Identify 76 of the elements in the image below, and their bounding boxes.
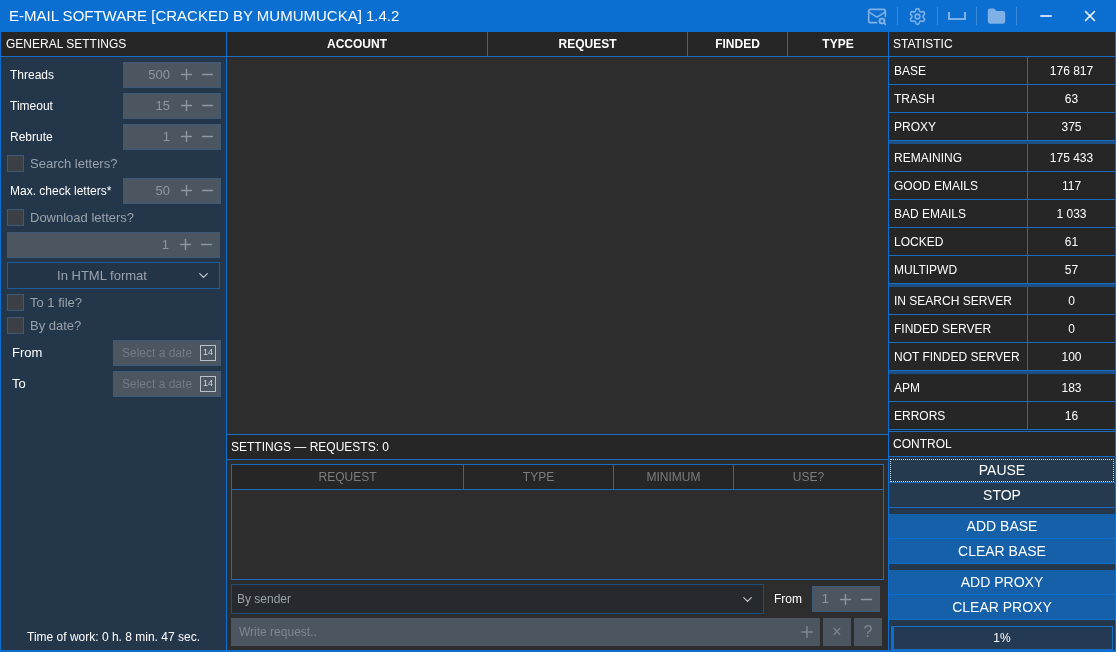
column-header: FINDED <box>688 32 788 56</box>
tray-icon[interactable] <box>948 12 966 20</box>
plus-icon[interactable] <box>178 128 195 145</box>
stat-label: BAD EMAILS <box>889 200 1028 227</box>
calendar-icon: 14 <box>200 375 216 392</box>
stat-label: TRASH <box>889 85 1028 112</box>
checkbox-label: To 1 file? <box>30 293 83 312</box>
checkbox-label: Download letters? <box>30 208 135 227</box>
stat-value: 117 <box>1060 177 1083 195</box>
plus-icon[interactable] <box>178 66 195 83</box>
control-button[interactable]: ADD BASE <box>889 514 1115 539</box>
stat-value: 100 <box>1060 348 1083 366</box>
stat-value: 183 <box>1060 379 1083 397</box>
panel-header: STATISTIC <box>889 32 1115 57</box>
calendar-icon: 14 <box>200 344 216 361</box>
format-dropdown[interactable]: In HTML format <box>7 262 220 289</box>
stat-label: NOT FINDED SERVER <box>889 343 1028 370</box>
column-header: ACCOUNT <box>227 32 488 56</box>
control-button[interactable]: CLEAR PROXY <box>889 595 1115 620</box>
stat-value: 175 433 <box>1048 149 1095 167</box>
column-header: TYPE <box>464 465 614 489</box>
stat-value: 61 <box>1063 233 1080 251</box>
control-button[interactable]: PAUSE <box>889 458 1115 483</box>
plus-icon[interactable] <box>798 623 816 641</box>
stat-value: 375 <box>1060 118 1083 136</box>
progress-reading: 1% <box>993 630 1011 647</box>
mail-search-icon[interactable] <box>867 6 887 26</box>
time-of-work: Time of work: 0 h. 8 min. 47 sec. <box>26 629 201 646</box>
panel-header: SETTINGS — REQUESTS: 0 <box>227 434 888 460</box>
stat-label: LOCKED <box>889 228 1028 255</box>
panel-header: GENERAL SETTINGS <box>1 32 226 57</box>
settings-icon[interactable] <box>908 6 927 26</box>
plus-icon[interactable] <box>178 182 195 199</box>
checkbox-label: By date? <box>30 316 82 335</box>
setting-label: Timeout <box>10 97 54 115</box>
column-header: REQUEST <box>488 32 688 56</box>
stat-label: IN SEARCH SERVER <box>889 287 1028 314</box>
setting-label: Threads <box>10 66 56 84</box>
setting-label: Max. check letters* <box>10 182 113 200</box>
stat-label: ERRORS <box>889 402 1028 429</box>
stat-label: PROXY <box>889 113 1028 140</box>
stat-value: 176 817 <box>1048 62 1095 80</box>
stat-label: REMAINING <box>889 144 1028 171</box>
checkbox[interactable] <box>7 317 24 334</box>
plus-icon[interactable] <box>177 236 194 253</box>
filter-dropdown[interactable]: By sender <box>231 584 764 614</box>
stat-value: 0 <box>1067 320 1076 338</box>
stat-value: 0 <box>1067 292 1076 310</box>
control-button[interactable]: CLEAR BASE <box>889 539 1115 564</box>
column-header: TYPE <box>821 36 855 53</box>
column-header: MINIMUM <box>614 465 734 489</box>
control-button[interactable]: STOP <box>889 483 1115 508</box>
control-button[interactable]: ADD PROXY <box>889 570 1115 595</box>
column-header: REQUEST <box>232 465 464 489</box>
stat-value: 63 <box>1063 90 1080 108</box>
stat-label: FINDED SERVER <box>889 315 1028 342</box>
stat-value: 1 033 <box>1055 205 1088 223</box>
window-title: E-MAIL SOFTWARE [CRACKED BY MUMUMUCKA] 1.4.2 <box>9 5 401 26</box>
setting-label: From <box>12 343 44 362</box>
checkbox[interactable] <box>7 209 24 226</box>
folder-icon[interactable] <box>987 6 1006 26</box>
stat-label: BASE <box>889 57 1028 84</box>
from-label: From <box>774 591 802 608</box>
checkbox[interactable] <box>7 294 24 311</box>
setting-label: Rebrute <box>10 128 54 146</box>
setting-label: To <box>12 374 27 393</box>
stat-label: GOOD EMAILS <box>889 172 1028 199</box>
stat-value: 16 <box>1063 407 1080 425</box>
checkbox-label: Search letters? <box>30 154 118 173</box>
stat-label: MULTIPWD <box>889 256 1028 283</box>
checkbox[interactable] <box>7 155 24 172</box>
panel-header: CONTROL <box>889 431 1115 457</box>
plus-icon[interactable] <box>178 97 195 114</box>
stat-value: 57 <box>1063 261 1080 279</box>
stat-label: APM <box>889 374 1028 401</box>
column-header: USE? <box>791 469 826 486</box>
